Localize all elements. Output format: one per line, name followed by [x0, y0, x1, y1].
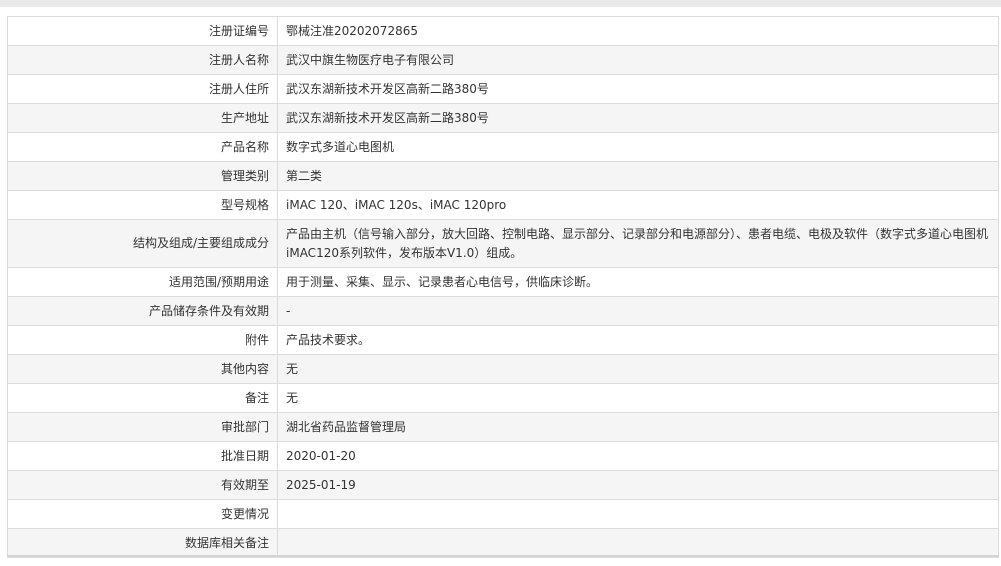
row-value: 2025-01-19 — [277, 470, 999, 500]
row-label: 产品储存条件及有效期 — [7, 296, 278, 326]
table-row-approval-department: 审批部门 湖北省药品监督管理局 — [7, 412, 999, 442]
table-row-database-notes: 数据库相关备注 — [7, 528, 999, 558]
row-label: 生产地址 — [7, 103, 278, 133]
row-value: 2020-01-20 — [277, 441, 999, 471]
row-label: 有效期至 — [7, 470, 278, 500]
row-value: 武汉东湖新技术开发区高新二路380号 — [277, 74, 999, 104]
row-label: 变更情况 — [7, 499, 278, 529]
table-row-change-history: 变更情况 — [7, 499, 999, 529]
row-label: 管理类别 — [7, 161, 278, 191]
row-label: 结构及组成/主要组成成分 — [7, 219, 278, 268]
table-row-management-category: 管理类别 第二类 — [7, 161, 999, 191]
row-value — [277, 499, 999, 529]
table-row-remarks: 备注 无 — [7, 383, 999, 413]
row-label: 其他内容 — [7, 354, 278, 384]
row-label: 产品名称 — [7, 132, 278, 162]
row-value: - — [277, 296, 999, 326]
registration-detail-table: 注册证编号 鄂械注准20202072865 注册人名称 武汉中旗生物医疗电子有限… — [7, 16, 999, 558]
table-row-model-spec: 型号规格 iMAC 120、iMAC 120s、iMAC 120pro — [7, 190, 999, 220]
table-row-attachment: 附件 产品技术要求。 — [7, 325, 999, 355]
row-value: iMAC 120、iMAC 120s、iMAC 120pro — [277, 190, 999, 220]
table-row-intended-use: 适用范围/预期用途 用于测量、采集、显示、记录患者心电信号，供临床诊断。 — [7, 267, 999, 297]
table-row-valid-until: 有效期至 2025-01-19 — [7, 470, 999, 500]
row-label: 备注 — [7, 383, 278, 413]
table-row-registrant-name: 注册人名称 武汉中旗生物医疗电子有限公司 — [7, 45, 999, 75]
row-value: 无 — [277, 383, 999, 413]
table-row-approval-date: 批准日期 2020-01-20 — [7, 441, 999, 471]
row-label: 型号规格 — [7, 190, 278, 220]
table-row-structure-composition: 结构及组成/主要组成成分 产品由主机（信号输入部分，放大回路、控制电路、显示部分… — [7, 219, 999, 268]
table-row-registration-number: 注册证编号 鄂械注准20202072865 — [7, 16, 999, 46]
table-row-production-address: 生产地址 武汉东湖新技术开发区高新二路380号 — [7, 103, 999, 133]
row-label: 批准日期 — [7, 441, 278, 471]
table-row-registrant-address: 注册人住所 武汉东湖新技术开发区高新二路380号 — [7, 74, 999, 104]
row-label: 注册证编号 — [7, 16, 278, 46]
row-label: 附件 — [7, 325, 278, 355]
row-value: 第二类 — [277, 161, 999, 191]
row-label: 审批部门 — [7, 412, 278, 442]
row-value: 鄂械注准20202072865 — [277, 16, 999, 46]
row-value: 武汉中旗生物医疗电子有限公司 — [277, 45, 999, 75]
row-value: 武汉东湖新技术开发区高新二路380号 — [277, 103, 999, 133]
row-label: 注册人住所 — [7, 74, 278, 104]
row-value — [277, 528, 999, 558]
bottom-divider — [7, 555, 999, 557]
table-row-product-name: 产品名称 数字式多道心电图机 — [7, 132, 999, 162]
top-strip — [0, 0, 1001, 7]
row-label: 适用范围/预期用途 — [7, 267, 278, 297]
row-value: 产品技术要求。 — [277, 325, 999, 355]
row-value: 数字式多道心电图机 — [277, 132, 999, 162]
row-value: 用于测量、采集、显示、记录患者心电信号，供临床诊断。 — [277, 267, 999, 297]
table-row-other-content: 其他内容 无 — [7, 354, 999, 384]
row-label: 注册人名称 — [7, 45, 278, 75]
row-value: 湖北省药品监督管理局 — [277, 412, 999, 442]
row-value: 无 — [277, 354, 999, 384]
row-value: 产品由主机（信号输入部分，放大回路、控制电路、显示部分、记录部分和电源部分）、患… — [277, 219, 999, 268]
registration-detail-panel: 注册证编号 鄂械注准20202072865 注册人名称 武汉中旗生物医疗电子有限… — [7, 16, 999, 558]
row-label: 数据库相关备注 — [7, 528, 278, 558]
table-row-storage-validity: 产品储存条件及有效期 - — [7, 296, 999, 326]
